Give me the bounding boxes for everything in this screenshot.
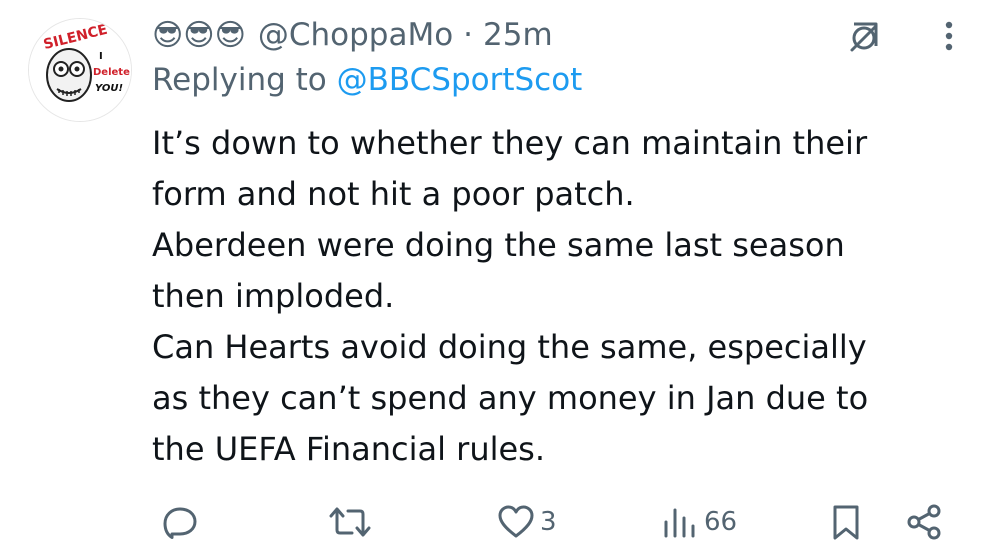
like-count: 3: [540, 507, 557, 537]
tweet-text-line: as they can’t spend any money in Jan due…: [152, 379, 869, 417]
avatar-text-side3: YOU!: [95, 83, 123, 94]
reply-icon: [163, 507, 197, 539]
views-icon: [664, 508, 695, 538]
reply-button[interactable]: [160, 500, 200, 544]
views-button[interactable]: 66: [660, 500, 737, 544]
sunglasses-emoji: 😎: [183, 17, 214, 53]
more-options-icon[interactable]: [934, 16, 964, 56]
sunglasses-emoji: 😎: [152, 17, 183, 53]
timestamp[interactable]: 25m: [483, 17, 553, 53]
sunglasses-emoji: 😎: [214, 17, 246, 53]
share-button[interactable]: [904, 500, 944, 544]
avatar-text-side1: I: [99, 51, 103, 62]
replying-to: Replying to @BBCSportScot: [152, 62, 582, 98]
display-name[interactable]: 😎 😎 😎: [152, 17, 246, 53]
share-icon: [907, 504, 941, 540]
tweet-text: It’s down to whether they can maintain t…: [152, 118, 962, 475]
retweet-button[interactable]: [328, 500, 372, 544]
tweet-text-line: Can Hearts avoid doing the same, especia…: [152, 328, 867, 366]
tweet-text-line: form and not hit a poor patch.: [152, 175, 635, 213]
tweet-header: 😎 😎 😎 @ChoppaMo · 25m: [152, 10, 553, 60]
like-button[interactable]: 3: [496, 500, 557, 544]
retweet-icon: [329, 507, 371, 537]
separator: ·: [463, 17, 474, 53]
bookmark-icon: [833, 505, 859, 540]
grok-icon[interactable]: [842, 14, 886, 58]
avatar-text-side2: Delete: [93, 67, 130, 78]
views-count: 66: [704, 507, 738, 537]
bookmark-button[interactable]: [826, 500, 866, 544]
action-bar: 3 66: [0, 492, 1000, 552]
replying-to-mention[interactable]: @BBCSportScot: [337, 62, 583, 98]
tweet-text-line: Aberdeen were doing the same last season: [152, 226, 845, 264]
avatar[interactable]: SILENCE I Delete YOU!: [28, 18, 132, 122]
tweet-text-line: It’s down to whether they can maintain t…: [152, 124, 868, 162]
replying-prefix: Replying to: [152, 62, 337, 98]
tweet-text-line: the UEFA Financial rules.: [152, 430, 546, 468]
heart-icon: [498, 505, 534, 538]
tweet-text-line: then imploded.: [152, 277, 395, 315]
user-handle[interactable]: @ChoppaMo: [258, 17, 453, 53]
